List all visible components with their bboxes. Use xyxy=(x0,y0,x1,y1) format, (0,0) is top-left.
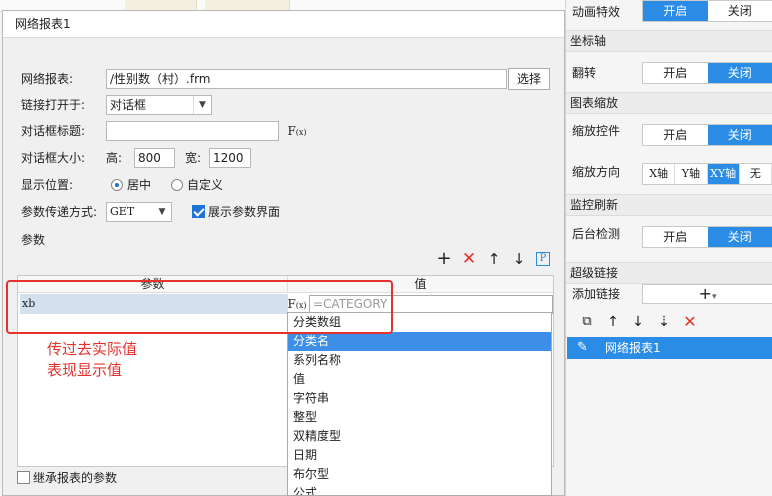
zoom-direction-selector[interactable]: X轴 Y轴 XY轴 无 xyxy=(642,163,772,185)
dropdown-item[interactable]: 值 xyxy=(288,370,551,389)
add-icon[interactable]: + xyxy=(436,250,452,268)
animation-toggle[interactable]: 开启 关闭 xyxy=(642,0,772,22)
delete-icon[interactable]: ✕ xyxy=(461,251,477,268)
move-up-icon[interactable]: ↑ xyxy=(604,313,622,331)
formula-icon[interactable]: F(x) xyxy=(286,121,308,141)
dropdown-item[interactable]: 整型 xyxy=(288,408,551,427)
flip-toggle[interactable]: 开启 关闭 xyxy=(642,62,772,84)
zoom-section-header: 图表缩放 xyxy=(566,92,772,114)
dropdown-item[interactable]: 公式 xyxy=(288,484,551,495)
param-method-label: 参数传递方式: xyxy=(21,205,98,219)
dropdown-item[interactable]: 系列名称 xyxy=(288,351,551,370)
hyperlink-item-label: 网络报表1 xyxy=(605,341,661,355)
annotation-line-1: 传过去实际值 xyxy=(47,340,138,358)
add-link-label: 添加链接 xyxy=(572,287,621,301)
param-method-select[interactable]: GET ▼ xyxy=(106,202,172,222)
dialog-size-label: 对话框大小: xyxy=(21,151,86,165)
select-button[interactable]: 选择 xyxy=(508,68,550,90)
dropdown-item[interactable]: 双精度型 xyxy=(288,427,551,446)
toggle-off[interactable]: 关闭 xyxy=(708,1,772,21)
report-label: 网络报表: xyxy=(21,72,74,86)
inherit-params-checkbox[interactable] xyxy=(17,471,30,484)
toggle-on[interactable]: 开启 xyxy=(643,227,708,247)
direction-x[interactable]: X轴 xyxy=(643,164,676,184)
dropdown-item[interactable]: 布尔型 xyxy=(288,465,551,484)
background-tab xyxy=(205,0,290,10)
move-up-icon[interactable]: ↑ xyxy=(486,251,502,267)
open-in-select[interactable]: 对话框 ▼ xyxy=(106,95,212,115)
report-path-field[interactable]: /性别数（村）.frm xyxy=(106,69,507,89)
move-down-icon[interactable]: ↓ xyxy=(511,251,527,267)
toggle-on[interactable]: 开启 xyxy=(643,63,708,83)
toggle-off[interactable]: 关闭 xyxy=(707,227,772,247)
position-center-radio[interactable] xyxy=(111,179,123,191)
add-link-button[interactable]: +▾ xyxy=(642,284,772,304)
copy-icon[interactable]: ⧉ xyxy=(578,313,596,331)
dialog-title-input[interactable] xyxy=(106,121,279,141)
position-custom-radio[interactable] xyxy=(171,179,183,191)
open-in-value: 对话框 xyxy=(110,98,147,112)
parameter-icon[interactable]: P xyxy=(536,252,550,266)
position-center-label: 居中 xyxy=(127,178,152,192)
height-label: 高: xyxy=(106,151,123,165)
sort-icon[interactable]: ⇣ xyxy=(655,313,673,331)
chevron-down-icon: ▼ xyxy=(158,207,166,217)
toggle-off[interactable]: 关闭 xyxy=(707,63,772,83)
toggle-off[interactable]: 关闭 xyxy=(707,125,772,145)
right-properties-panel: 动画特效 开启 关闭 坐标轴 翻转 开启 关闭 图表缩放 缩放控件 开启 关闭 … xyxy=(565,0,772,496)
annotation-highlight-box xyxy=(6,280,393,334)
dropdown-item[interactable]: 字符串 xyxy=(288,389,551,408)
background-detect-label: 后台检测 xyxy=(572,227,621,241)
hyperlink-section-header: 超级链接 xyxy=(566,262,772,284)
show-param-ui-checkbox[interactable] xyxy=(192,205,205,218)
direction-none[interactable]: 无 xyxy=(740,164,772,184)
dialog-title-label: 对话框标题: xyxy=(21,124,86,138)
delete-icon[interactable]: ✕ xyxy=(681,313,699,331)
params-section-label: 参数 xyxy=(21,233,46,247)
inherit-params-label: 继承报表的参数 xyxy=(33,471,118,485)
annotation-line-2: 表现显示值 xyxy=(47,361,123,379)
param-method-value: GET xyxy=(110,205,135,218)
show-param-ui-label: 展示参数界面 xyxy=(208,205,281,219)
formula-icon-sub: (x) xyxy=(295,128,307,137)
position-label: 显示位置: xyxy=(21,178,74,192)
pencil-icon: ✎ xyxy=(577,340,588,355)
dialog-title: 网络报表1 xyxy=(3,11,564,38)
width-label: 宽: xyxy=(185,151,202,165)
axis-section-header: 坐标轴 xyxy=(566,30,772,52)
animation-label: 动画特效 xyxy=(572,5,621,19)
formula-icon-letter: F xyxy=(287,124,296,138)
background-tab xyxy=(125,0,197,10)
dropdown-item-selected[interactable]: 分类名 xyxy=(288,332,551,351)
open-in-label: 链接打开于: xyxy=(21,98,86,112)
toggle-on[interactable]: 开启 xyxy=(643,1,708,21)
zoom-control-label: 缩放控件 xyxy=(572,124,621,138)
zoom-control-toggle[interactable]: 开启 关闭 xyxy=(642,124,772,146)
direction-y[interactable]: Y轴 xyxy=(675,164,708,184)
refresh-section-header: 监控刷新 xyxy=(566,194,772,216)
direction-xy[interactable]: XY轴 xyxy=(707,164,740,184)
position-custom-label: 自定义 xyxy=(187,178,224,192)
width-input[interactable]: 1200 xyxy=(209,148,251,168)
chevron-down-icon: ▾ xyxy=(711,292,717,302)
dropdown-item[interactable]: 日期 xyxy=(288,446,551,465)
background-detect-toggle[interactable]: 开启 关闭 xyxy=(642,226,772,248)
height-input[interactable]: 800 xyxy=(134,148,175,168)
flip-label: 翻转 xyxy=(572,66,597,80)
move-down-icon[interactable]: ↓ xyxy=(629,313,647,331)
value-type-dropdown[interactable]: 分类数组 分类名 系列名称 值 字符串 整型 双精度型 日期 布尔型 公式 xyxy=(287,312,552,496)
hyperlink-list-item[interactable]: ✎ 网络报表1 xyxy=(567,337,772,359)
zoom-direction-label: 缩放方向 xyxy=(572,165,621,179)
toggle-on[interactable]: 开启 xyxy=(643,125,708,145)
chevron-down-icon: ▼ xyxy=(193,96,211,114)
